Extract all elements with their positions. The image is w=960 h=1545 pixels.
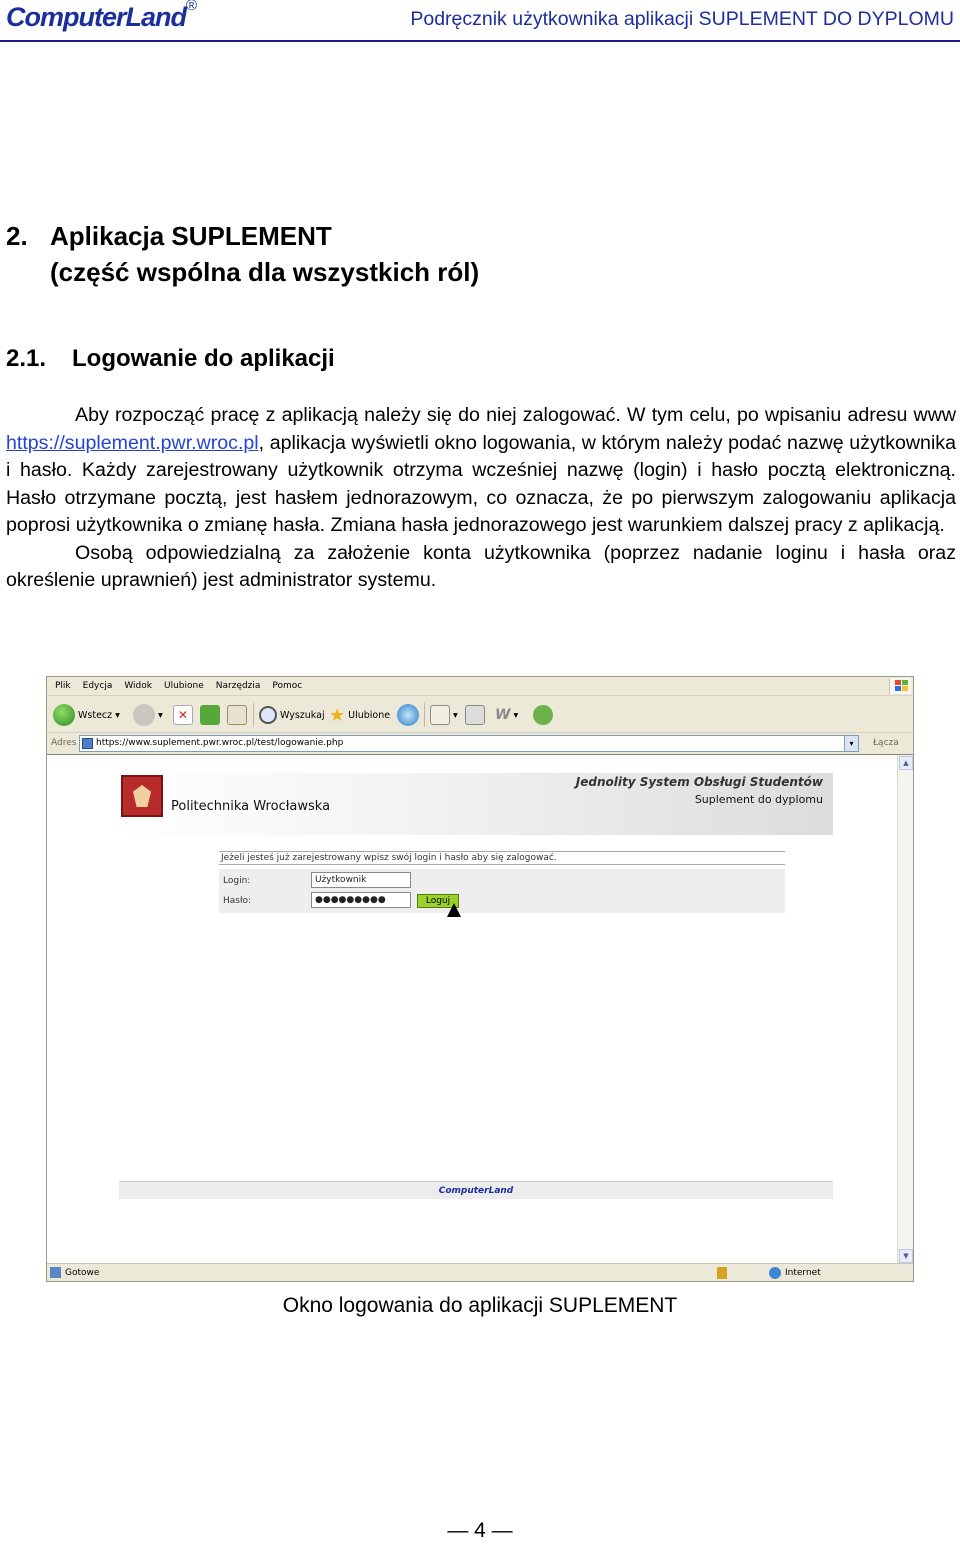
forward-button[interactable]: ▾ bbox=[133, 703, 163, 727]
lock-icon bbox=[717, 1267, 727, 1279]
brand-name: ComputerLand bbox=[6, 2, 187, 32]
forward-arrow-icon bbox=[133, 704, 155, 726]
menu-favorites[interactable]: Ulubione bbox=[158, 677, 210, 691]
site-header: Politechnika Wrocławska Jednolity System… bbox=[119, 773, 833, 835]
home-button[interactable] bbox=[227, 703, 247, 727]
favorites-label: Ulubione bbox=[348, 709, 391, 721]
paragraph-2: Osobą odpowiedzialną za założenie konta … bbox=[6, 541, 956, 592]
login-label: Login: bbox=[223, 876, 251, 886]
print-button[interactable] bbox=[465, 703, 485, 727]
figure-caption: Okno logowania do aplikacji SUPLEMENT bbox=[282, 1294, 678, 1317]
favorites-button[interactable]: ★ Ulubione bbox=[329, 703, 390, 727]
chevron-down-icon: ▾ bbox=[158, 709, 163, 721]
mouse-cursor-icon bbox=[447, 903, 461, 917]
page-header: ComputerLand® Podręcznik użytkownika apl… bbox=[0, 0, 960, 42]
messenger-icon bbox=[533, 705, 553, 725]
login-screenshot: Plik Edycja Widok Ulubione Narzędzia Pomoc Ws… bbox=[46, 676, 914, 1282]
media-icon bbox=[397, 704, 419, 726]
browser-menubar: Plik Edycja Widok Ulubione Narzędzia Pomoc bbox=[47, 677, 913, 696]
page-icon bbox=[82, 738, 93, 749]
password-label: Hasło: bbox=[223, 896, 252, 906]
section-heading: 2. Aplikacja SUPLEMENT (część wspólna dla… bbox=[6, 218, 479, 290]
subsection-title: Logowanie do aplikacji bbox=[72, 345, 335, 372]
brand-logo: ComputerLand® bbox=[6, 0, 197, 33]
registered-mark: ® bbox=[186, 0, 197, 14]
university-name: Politechnika Wrocławska bbox=[171, 799, 331, 814]
paragraph-1: Aby rozpocząć pracę z aplikacją należy s… bbox=[6, 402, 956, 540]
browser-toolbar: Wstecz ▾ ▾ ✕ Wyszukaj ★ Ulubione ▾ W ▾ bbox=[47, 697, 913, 733]
address-dropdown-icon[interactable]: ▾ bbox=[844, 736, 858, 751]
chevron-down-icon: ▾ bbox=[453, 709, 458, 721]
toolbar-separator bbox=[253, 703, 254, 727]
chevron-down-icon: ▾ bbox=[513, 709, 519, 721]
suplement-url-link[interactable]: https://suplement.pwr.wroc.pl bbox=[6, 432, 259, 454]
address-bar: Adres https://www.suplement.pwr.wroc.pl/… bbox=[47, 734, 913, 754]
word-icon: W bbox=[495, 707, 511, 723]
back-button[interactable]: Wstecz ▾ bbox=[53, 703, 120, 727]
login-input[interactable]: Użytkownik bbox=[311, 872, 411, 888]
refresh-button[interactable] bbox=[200, 703, 220, 727]
paragraph-1-start: Aby rozpocząć pracę z aplikacją należy s… bbox=[75, 404, 956, 426]
browser-viewport: Politechnika Wrocławska Jednolity System… bbox=[47, 754, 913, 1264]
menu-edit[interactable]: Edycja bbox=[77, 677, 119, 691]
links-label[interactable]: Łącza bbox=[873, 738, 899, 748]
system-name: Jednolity System Obsługi Studentów bbox=[575, 775, 823, 789]
section-title-line1: Aplikacja SUPLEMENT bbox=[50, 221, 332, 251]
stop-button[interactable]: ✕ bbox=[173, 703, 193, 727]
page-number: — 4 — bbox=[447, 1519, 513, 1542]
address-value: https://www.suplement.pwr.wroc.pl/test/l… bbox=[96, 738, 344, 748]
password-input[interactable]: ●●●●●●●●● bbox=[311, 892, 411, 908]
stop-icon: ✕ bbox=[173, 705, 193, 725]
section-title-line2: (część wspólna dla wszystkich ról) bbox=[50, 257, 480, 287]
refresh-icon bbox=[200, 705, 220, 725]
mail-icon bbox=[430, 705, 450, 725]
login-row: Login: Użytkownik bbox=[219, 871, 639, 891]
toolbar-separator bbox=[424, 703, 425, 727]
scroll-up-icon[interactable]: ▲ bbox=[899, 756, 913, 770]
body-text: Aby rozpocząć pracę z aplikacją należy s… bbox=[6, 402, 956, 595]
chevron-down-icon: ▾ bbox=[115, 709, 120, 721]
media-button[interactable] bbox=[397, 703, 419, 727]
menu-view[interactable]: Widok bbox=[118, 677, 158, 691]
address-input[interactable]: https://www.suplement.pwr.wroc.pl/test/l… bbox=[79, 735, 859, 752]
search-icon bbox=[259, 706, 277, 724]
vertical-scrollbar[interactable]: ▲ ▼ bbox=[897, 755, 913, 1264]
printer-icon bbox=[465, 705, 485, 725]
page-done-icon bbox=[50, 1267, 61, 1278]
document-title: Podręcznik użytkownika aplikacji SUPLEME… bbox=[410, 8, 954, 30]
edit-button[interactable]: W ▾ bbox=[495, 703, 518, 727]
scroll-down-icon[interactable]: ▼ bbox=[899, 1249, 913, 1263]
menu-help[interactable]: Pomoc bbox=[266, 677, 308, 691]
status-bar: Gotowe Internet bbox=[47, 1263, 913, 1281]
subsection-number: 2.1. bbox=[6, 345, 47, 372]
login-prompt: Jeżeli jesteś już zarejestrowany wpisz s… bbox=[219, 851, 785, 865]
search-label: Wyszukaj bbox=[280, 709, 325, 721]
university-crest-icon bbox=[121, 775, 163, 817]
login-page: Politechnika Wrocławska Jednolity System… bbox=[69, 763, 835, 1199]
module-name: Suplement do dyplomu bbox=[694, 793, 823, 806]
messenger-button[interactable] bbox=[533, 703, 553, 727]
menu-file[interactable]: Plik bbox=[47, 677, 77, 691]
back-arrow-icon bbox=[53, 704, 75, 726]
back-label: Wstecz bbox=[78, 709, 113, 721]
mail-button[interactable]: ▾ bbox=[430, 703, 458, 727]
section-number: 2. bbox=[6, 221, 28, 251]
password-row: Hasło: ●●●●●●●●● Loguj bbox=[219, 891, 639, 917]
address-label: Adres bbox=[51, 738, 77, 748]
search-button[interactable]: Wyszukaj bbox=[259, 703, 325, 727]
menu-tools[interactable]: Narzędzia bbox=[210, 677, 267, 691]
star-icon: ★ bbox=[329, 704, 346, 726]
status-text: Gotowe bbox=[65, 1268, 100, 1278]
zone-text: Internet bbox=[785, 1268, 821, 1278]
site-footer-brand: ComputerLand bbox=[119, 1181, 833, 1199]
subsection-heading: 2.1. Logowanie do aplikacji bbox=[6, 344, 335, 374]
internet-zone-icon bbox=[769, 1267, 781, 1279]
home-icon bbox=[227, 705, 247, 725]
windows-logo-icon bbox=[889, 678, 911, 694]
